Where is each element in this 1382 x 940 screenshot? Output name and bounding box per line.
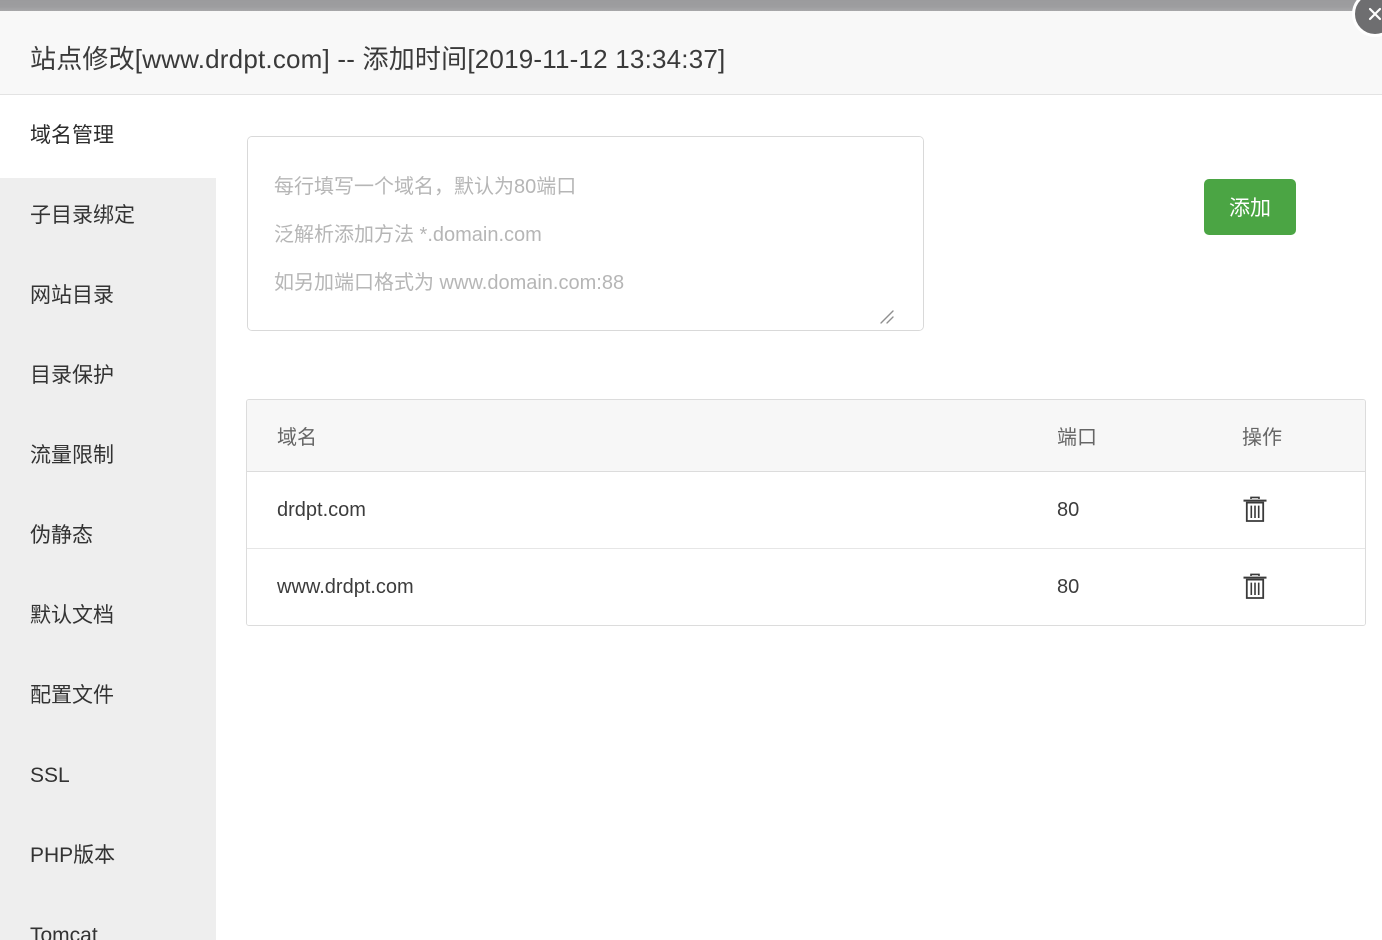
domain-table-container: 域名 端口 操作 drdpt.com 80 www.drdpt.com 80 bbox=[246, 399, 1366, 626]
window-top-bar bbox=[0, 0, 1382, 11]
sidebar-item-php-version[interactable]: PHP版本 bbox=[0, 816, 216, 896]
sidebar-item-label: 伪静态 bbox=[30, 524, 93, 547]
sidebar-item-label: 流量限制 bbox=[30, 444, 114, 467]
trash-icon bbox=[1242, 496, 1268, 527]
domain-table: 域名 端口 操作 drdpt.com 80 www.drdpt.com 80 bbox=[247, 400, 1365, 625]
sidebar-item-domain-management[interactable]: 域名管理 bbox=[0, 96, 216, 176]
sidebar-item-website-directory[interactable]: 网站目录 bbox=[0, 256, 216, 336]
main-content: 添加 域名 端口 操作 drdpt.com 80 bbox=[216, 96, 1382, 940]
cell-domain: www.drdpt.com bbox=[247, 548, 1057, 625]
sidebar-item-label: 子目录绑定 bbox=[30, 204, 135, 227]
sidebar-item-label: 目录保护 bbox=[30, 364, 114, 387]
sidebar-item-label: PHP版本 bbox=[30, 844, 116, 867]
cell-port: 80 bbox=[1057, 548, 1242, 625]
sidebar-menu: 域名管理 子目录绑定 网站目录 目录保护 流量限制 伪静态 默认文档 配置文件 … bbox=[0, 96, 216, 940]
sidebar-item-directory-protection[interactable]: 目录保护 bbox=[0, 336, 216, 416]
table-header-row: 域名 端口 操作 bbox=[247, 400, 1365, 472]
page-title: 站点修改[www.drdpt.com] -- 添加时间[2019-11-12 1… bbox=[30, 44, 726, 74]
delete-domain-button[interactable] bbox=[1242, 573, 1268, 601]
column-header-port: 端口 bbox=[1057, 400, 1242, 472]
sidebar-item-pseudo-static[interactable]: 伪静态 bbox=[0, 496, 216, 576]
cell-action bbox=[1242, 471, 1365, 549]
table-row: drdpt.com 80 bbox=[247, 471, 1365, 549]
trash-icon bbox=[1242, 573, 1268, 604]
sidebar: 域名管理 子目录绑定 网站目录 目录保护 流量限制 伪静态 默认文档 配置文件 … bbox=[0, 96, 216, 940]
site-edit-dialog: 站点修改[www.drdpt.com] -- 添加时间[2019-11-12 1… bbox=[0, 0, 1382, 940]
column-header-domain: 域名 bbox=[247, 400, 1057, 472]
close-icon bbox=[1366, 5, 1382, 23]
sidebar-item-default-document[interactable]: 默认文档 bbox=[0, 576, 216, 656]
sidebar-item-traffic-limit[interactable]: 流量限制 bbox=[0, 416, 216, 496]
sidebar-item-label: SSL bbox=[30, 764, 70, 787]
sidebar-item-tomcat[interactable]: Tomcat bbox=[0, 896, 216, 940]
table-row: www.drdpt.com 80 bbox=[247, 548, 1365, 625]
sidebar-item-config-file[interactable]: 配置文件 bbox=[0, 656, 216, 736]
sidebar-item-ssl[interactable]: SSL bbox=[0, 736, 216, 816]
dialog-body: 域名管理 子目录绑定 网站目录 目录保护 流量限制 伪静态 默认文档 配置文件 … bbox=[0, 96, 1382, 940]
delete-domain-button[interactable] bbox=[1242, 496, 1268, 524]
sidebar-item-label: 网站目录 bbox=[30, 284, 114, 307]
add-domain-button[interactable]: 添加 bbox=[1204, 179, 1296, 235]
domain-input[interactable] bbox=[247, 136, 924, 331]
sidebar-item-label: Tomcat bbox=[30, 924, 98, 940]
table-body: drdpt.com 80 www.drdpt.com 80 bbox=[247, 471, 1365, 625]
cell-port: 80 bbox=[1057, 471, 1242, 549]
cell-action bbox=[1242, 548, 1365, 625]
sidebar-item-subdirectory-binding[interactable]: 子目录绑定 bbox=[0, 176, 216, 256]
dialog-header: 站点修改[www.drdpt.com] -- 添加时间[2019-11-12 1… bbox=[0, 11, 1382, 95]
table-header: 域名 端口 操作 bbox=[247, 400, 1365, 472]
sidebar-item-label: 域名管理 bbox=[30, 124, 114, 147]
sidebar-item-label: 配置文件 bbox=[30, 684, 114, 707]
column-header-action: 操作 bbox=[1242, 400, 1365, 472]
sidebar-item-label: 默认文档 bbox=[30, 604, 114, 627]
cell-domain: drdpt.com bbox=[247, 471, 1057, 549]
